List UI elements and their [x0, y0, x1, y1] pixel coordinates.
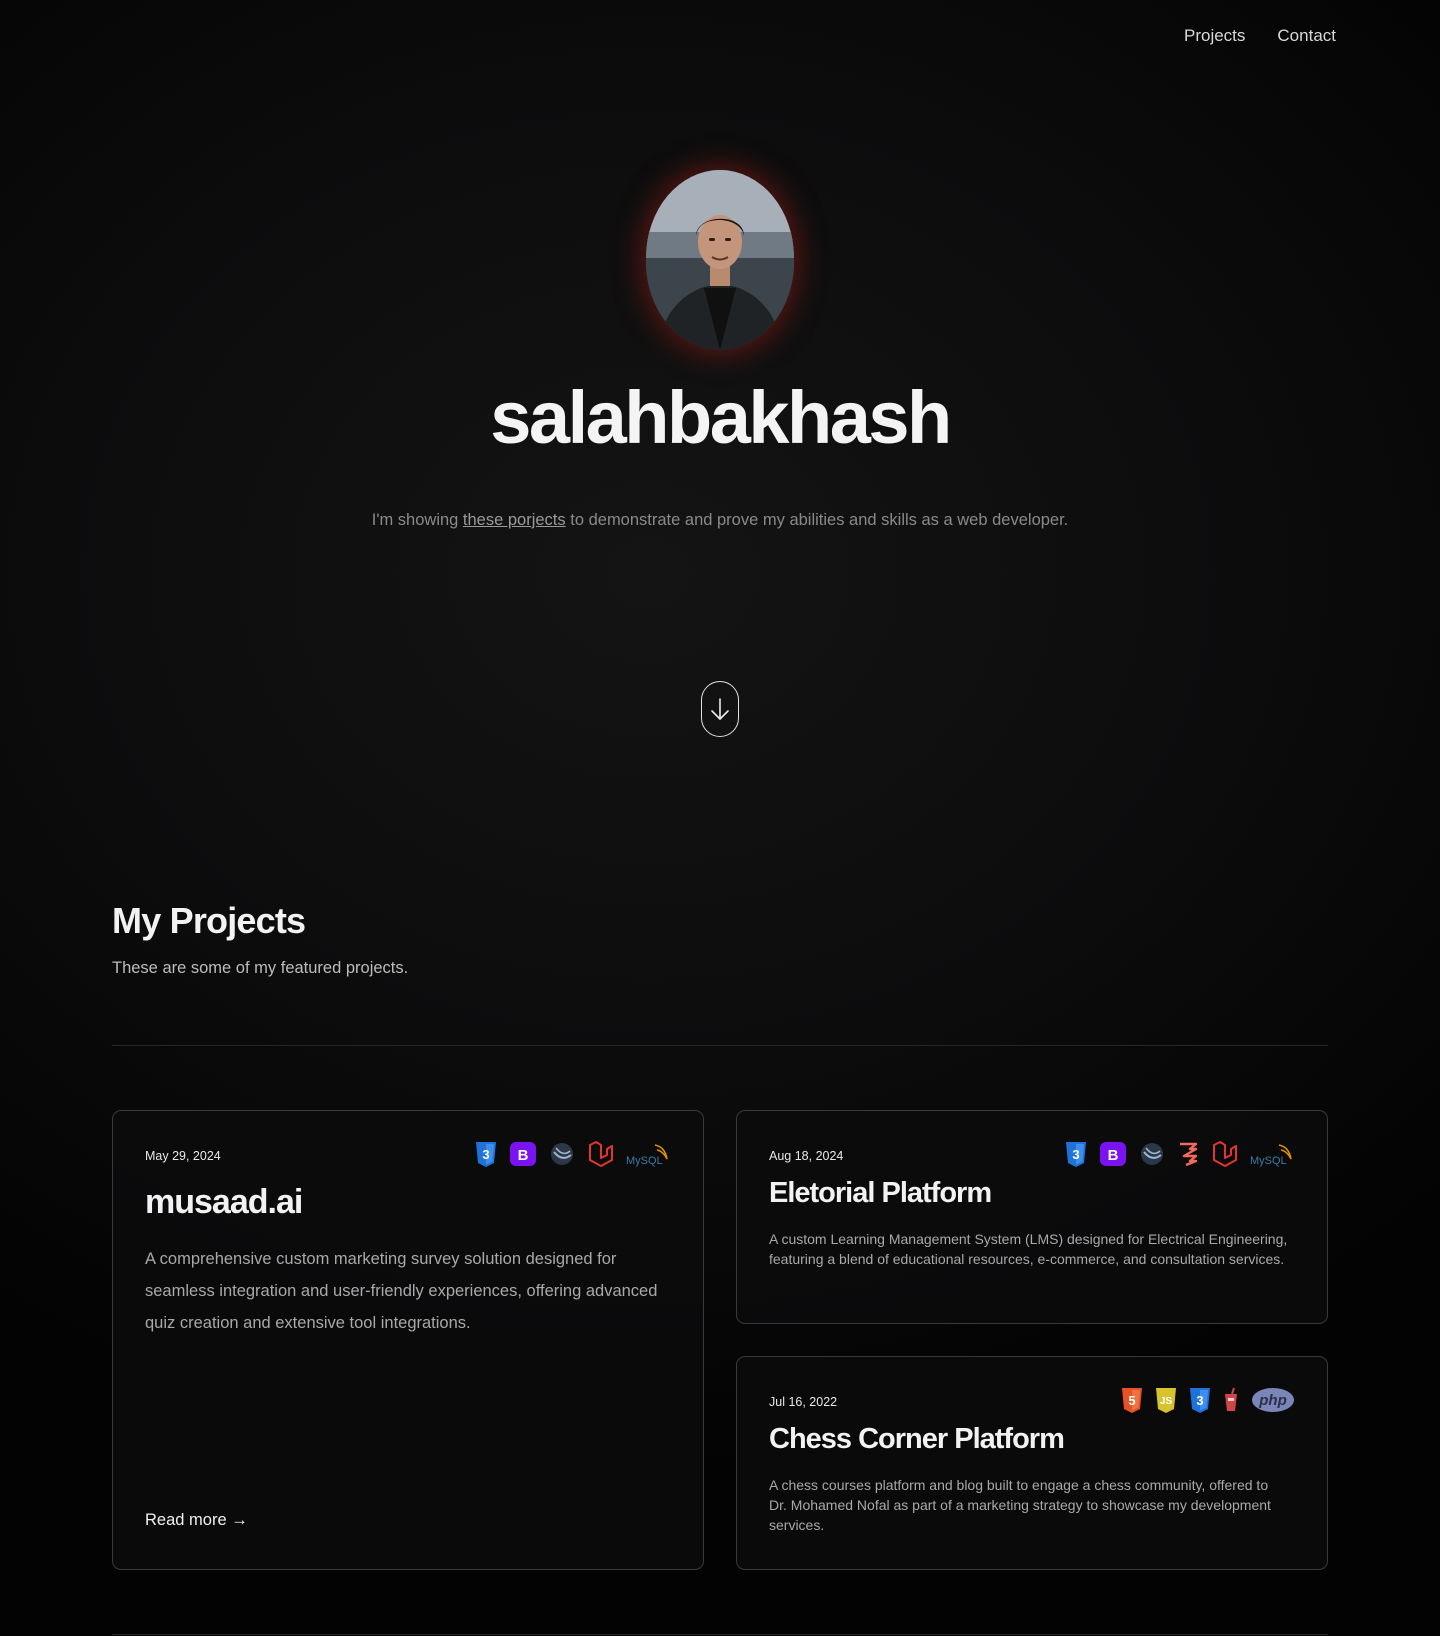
scroll-down-button[interactable]	[701, 681, 739, 737]
bootstrap-letter: B	[518, 1147, 529, 1164]
project-title: Eletorial Platform	[769, 1177, 992, 1209]
php-icon: php	[1251, 1387, 1295, 1418]
divider	[112, 1045, 1328, 1046]
php-label: php	[1258, 1392, 1287, 1409]
avatar	[646, 170, 794, 350]
jquery-icon	[549, 1142, 575, 1171]
project-date: Aug 18, 2024	[769, 1149, 844, 1163]
bootstrap-icon: B	[509, 1141, 537, 1172]
hero-projects-link[interactable]: these porjects	[463, 511, 566, 529]
hero-subtitle: I'm showing these porjects to demonstrat…	[0, 511, 1440, 530]
bootstrap-letter: B	[1108, 1147, 1119, 1164]
project-description: A chess courses platform and blog built …	[769, 1477, 1271, 1533]
top-nav: Projects Contact	[1184, 26, 1336, 46]
tech-stack: 3 B MySQL	[475, 1141, 671, 1172]
laravel-icon	[1211, 1141, 1237, 1172]
laravel-icon	[587, 1141, 613, 1172]
project-description: A comprehensive custom marketing survey …	[145, 1250, 658, 1332]
svg-text:3: 3	[482, 1147, 489, 1162]
css3-icon: 3	[1065, 1141, 1087, 1172]
mysql-label: MySQL	[626, 1155, 663, 1167]
mysql-label: MySQL	[1250, 1155, 1287, 1167]
read-more-link[interactable]: Read more →	[145, 1511, 248, 1530]
javascript-icon: JS	[1155, 1387, 1177, 1418]
mysql-icon: MySQL	[625, 1141, 671, 1172]
html5-icon: 5	[1121, 1387, 1143, 1418]
livewire-icon	[1177, 1141, 1199, 1172]
project-title: Chess Corner Platform	[769, 1423, 1065, 1455]
project-date: May 29, 2024	[145, 1149, 221, 1163]
section-title: My Projects	[112, 900, 306, 941]
css3-icon: 3	[475, 1141, 497, 1172]
hero-subtitle-after: to demonstrate and prove my abilities an…	[565, 511, 1069, 529]
bottom-divider	[112, 1634, 1328, 1635]
hero-subtitle-before: I'm showing	[371, 511, 463, 529]
tech-stack: 5 JS 3 php	[1121, 1387, 1295, 1418]
tech-stack: 3 B MySQL	[1065, 1141, 1295, 1172]
svg-text:5: 5	[1128, 1393, 1135, 1408]
mysql-icon: MySQL	[1249, 1141, 1295, 1172]
css3-icon: 3	[1189, 1387, 1211, 1418]
project-card-musaad[interactable]: May 29, 2024 3 B MySQL musaad.ai A compr…	[112, 1110, 704, 1570]
project-card-chess-corner[interactable]: Jul 16, 2022 5 JS 3 php Chess Corner Pla…	[736, 1356, 1328, 1570]
jquery-icon	[1139, 1142, 1165, 1171]
project-description: A custom Learning Management System (LMS…	[769, 1231, 1288, 1267]
gulp-icon	[1223, 1387, 1239, 1418]
nav-link-projects[interactable]: Projects	[1184, 26, 1245, 46]
section-subtitle: These are some of my featured projects.	[112, 959, 409, 977]
svg-text:3: 3	[1072, 1147, 1079, 1162]
project-card-eletorial[interactable]: Aug 18, 2024 3 B MySQL Eletorial Platfor…	[736, 1110, 1328, 1324]
project-date: Jul 16, 2022	[769, 1395, 838, 1409]
svg-text:3: 3	[1196, 1393, 1203, 1408]
project-title: musaad.ai	[145, 1183, 303, 1221]
nav-link-contact[interactable]: Contact	[1277, 26, 1336, 46]
arrow-down-icon	[711, 698, 729, 720]
hero-name: salahbakhash	[490, 376, 952, 459]
bootstrap-icon: B	[1099, 1141, 1127, 1172]
javascript-label: JS	[1160, 1396, 1173, 1407]
